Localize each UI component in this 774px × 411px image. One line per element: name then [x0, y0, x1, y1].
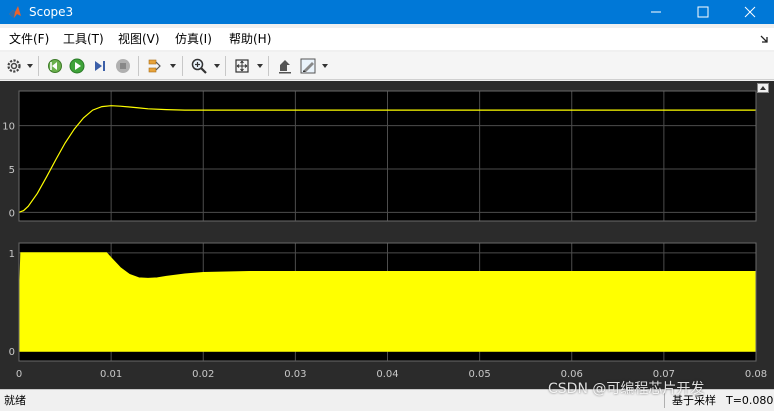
collapse-arrow-icon[interactable] [758, 33, 770, 45]
zoom-icon[interactable] [190, 57, 208, 75]
menu-simulation[interactable]: 仿真(I) [175, 31, 212, 47]
chevron-down-icon[interactable] [214, 64, 220, 68]
toolbar-divider [182, 56, 183, 76]
maximize-icon [697, 6, 709, 18]
x-tick-label: 0.08 [745, 369, 767, 380]
status-sim-time: T=0.080 [726, 394, 774, 407]
chevron-down-icon[interactable] [27, 64, 33, 68]
signal-selector-icon[interactable] [146, 57, 164, 75]
step-back-icon[interactable] [46, 57, 64, 75]
undock-icon[interactable] [757, 83, 769, 93]
maximize-button[interactable] [680, 0, 725, 24]
x-tick-label: 0.04 [376, 369, 398, 380]
toolbar-divider [138, 56, 139, 76]
minimize-icon [651, 11, 661, 13]
step-forward-icon[interactable] [91, 57, 109, 75]
status-ready: 就绪 [4, 394, 26, 407]
y-tick-label: 0 [9, 208, 15, 219]
x-tick-label: 0.07 [653, 369, 675, 380]
stop-icon[interactable] [114, 57, 132, 75]
scope-plot-area: 0 5 10 0 0.01 0.02 0.03 0.04 0.05 0.06 0.07 0.08 0 1 [0, 81, 774, 389]
gear-icon[interactable] [5, 57, 23, 75]
y-tick-label: 10 [2, 122, 15, 133]
highlight-icon[interactable] [276, 57, 294, 75]
x-tick-label: 0.03 [284, 369, 306, 380]
toolbar-divider [38, 56, 39, 76]
fit-axes-icon[interactable] [233, 57, 251, 75]
matlab-icon [9, 6, 21, 18]
minimize-button[interactable] [634, 0, 679, 24]
title-bar[interactable]: Scope3 [0, 0, 774, 24]
window-title: Scope3 [29, 5, 74, 19]
run-icon[interactable] [68, 57, 86, 75]
menu-bar: 文件(F) 工具(T) 视图(V) 仿真(I) 帮助(H) [0, 28, 774, 50]
x-tick-label: 0.06 [561, 369, 583, 380]
toolbar-divider [268, 56, 269, 76]
x-tick-label: 0.05 [468, 369, 490, 380]
menu-help[interactable]: 帮助(H) [229, 31, 271, 47]
y-tick-label: 0 [9, 347, 15, 358]
x-tick-label: 0.02 [192, 369, 214, 380]
close-icon [744, 6, 756, 18]
chevron-down-icon[interactable] [257, 64, 263, 68]
y-tick-label: 5 [9, 165, 15, 176]
x-tick-label: 0.01 [100, 369, 122, 380]
close-button[interactable] [726, 0, 774, 24]
x-tick-label: 0 [16, 369, 22, 380]
menu-view[interactable]: 视图(V) [118, 31, 160, 47]
watermark: CSDN @可编程芯片开发 [548, 381, 705, 397]
toolbar [0, 52, 774, 80]
chevron-down-icon[interactable] [322, 64, 328, 68]
toolbar-divider [225, 56, 226, 76]
y-tick-label: 1 [9, 249, 15, 260]
menu-file[interactable]: 文件(F) [9, 31, 49, 47]
style-icon[interactable] [299, 57, 317, 75]
menu-tools[interactable]: 工具(T) [63, 31, 104, 47]
chevron-down-icon[interactable] [170, 64, 176, 68]
scope-plots: 0 5 10 0 0.01 0.02 0.03 0.04 0.05 0.06 0.07 0.08 0 1 [2, 90, 767, 380]
